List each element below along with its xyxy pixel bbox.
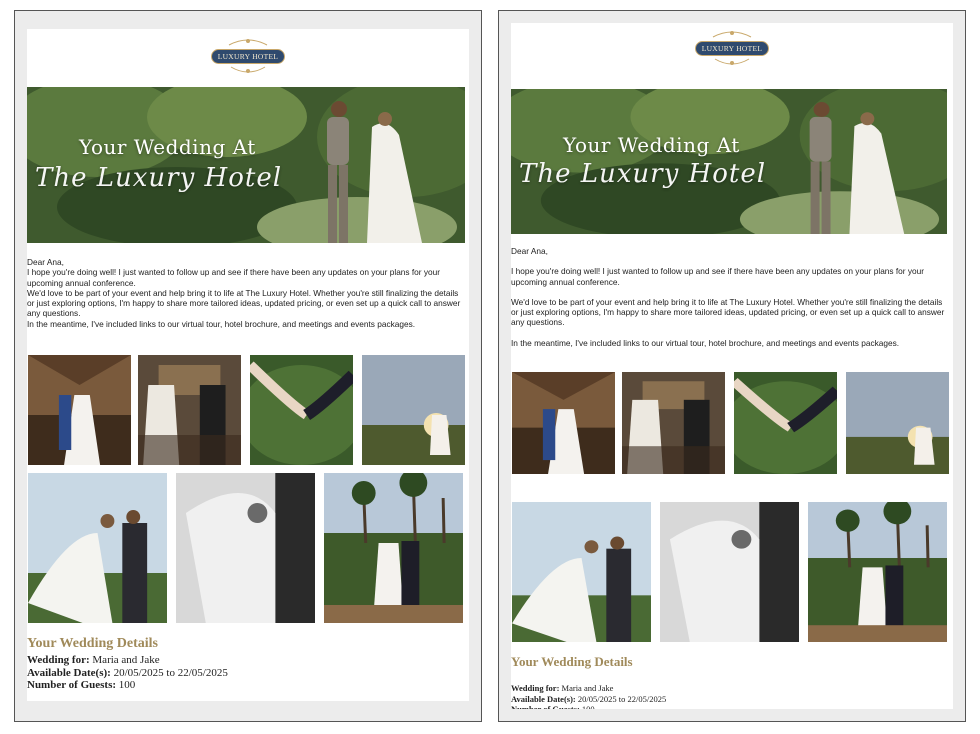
paragraph-1: I hope you're doing well! I just wanted … (511, 266, 925, 287)
wedding-details: Wedding for: Maria and Jake Available Da… (27, 654, 228, 692)
wedding-for-value: Maria and Jake (92, 654, 160, 666)
guests-line: Number of Guests: 100 (27, 679, 136, 691)
gallery-photo-sunset (362, 355, 465, 465)
gallery-photo-chapel (28, 355, 131, 465)
dates-value: 20/05/2025 to 22/05/2025 (113, 666, 228, 679)
dates-line: Available Date(s): 20/05/2025 to 22/05/2… (27, 666, 228, 679)
wedding-for-value: Maria and Jake (561, 683, 614, 693)
greeting: Dear Ana, (511, 246, 548, 256)
email-preview-right: LUXURY HOTEL Your Wedding At The Luxury … (498, 10, 966, 722)
banner-subtitle: The Luxury Hotel (35, 163, 283, 193)
paragraph-2: We'd love to be part of your event and h… (511, 296, 945, 328)
hotel-logo: LUXURY HOTEL (511, 29, 953, 67)
logo-text: LUXURY HOTEL (210, 48, 286, 64)
paragraph-1: I hope you're doing well! I just wanted … (27, 267, 441, 288)
wedding-for-line: Wedding for: Maria and Jake (511, 683, 614, 693)
wedding-for-line: Wedding for: Maria and Jake (27, 654, 160, 666)
gallery-photo-ceremony (622, 372, 725, 474)
guests-value: 100 (118, 679, 136, 691)
dates-value: 20/05/2025 to 22/05/2025 (577, 693, 667, 704)
paragraph-3: In the meantime, I've included links to … (27, 318, 416, 329)
gallery-photo-sunset (846, 372, 949, 474)
dates-line: Available Date(s): 20/05/2025 to 22/05/2… (511, 693, 667, 704)
email-card-left: LUXURY HOTEL Your Wedding At The Luxury … (27, 29, 469, 701)
email-body: Dear Ana, I hope you're doing well! I ju… (511, 246, 951, 358)
gallery-photo-aisle (324, 473, 463, 623)
gallery-photo-ceremony (138, 355, 241, 465)
hero-banner: Your Wedding At The Luxury Hotel (511, 89, 947, 234)
hotel-logo: LUXURY HOTEL (27, 37, 469, 75)
gallery-photo-hands (250, 355, 353, 465)
email-card-right: LUXURY HOTEL Your Wedding At The Luxury … (511, 23, 953, 709)
logo-text: LUXURY HOTEL (694, 40, 770, 56)
email-preview-left: LUXURY HOTEL Your Wedding At The Luxury … (14, 10, 482, 722)
banner-title: Your Wedding At (79, 135, 256, 159)
guests-line: Number of Guests: 100 (511, 704, 666, 709)
gallery-photo-hands (734, 372, 837, 474)
gallery-photo-chapel (512, 372, 615, 474)
gallery-photo-bw-veil (176, 473, 315, 623)
wedding-details-title: Your Wedding Details (511, 654, 633, 669)
guests-value: 100 (581, 704, 595, 709)
gallery-photo-couple-field (512, 502, 651, 642)
greeting: Dear Ana, (27, 257, 64, 267)
gallery-photo-bw-veil (660, 502, 799, 642)
gallery-photo-aisle (808, 502, 947, 642)
wedding-details: Wedding for: Maria and Jake Available Da… (511, 683, 666, 709)
gallery-photo-couple-field (28, 473, 167, 623)
paragraph-3: In the meantime, I've included links to … (511, 337, 900, 348)
paragraph-2: We'd love to be part of your event and h… (27, 287, 461, 319)
hero-banner: Your Wedding At The Luxury Hotel (27, 87, 465, 243)
email-body: Dear Ana, I hope you're doing well! I ju… (27, 257, 467, 329)
banner-title: Your Wedding At (563, 133, 740, 157)
banner-subtitle: The Luxury Hotel (519, 159, 767, 189)
wedding-details-title: Your Wedding Details (27, 636, 158, 651)
